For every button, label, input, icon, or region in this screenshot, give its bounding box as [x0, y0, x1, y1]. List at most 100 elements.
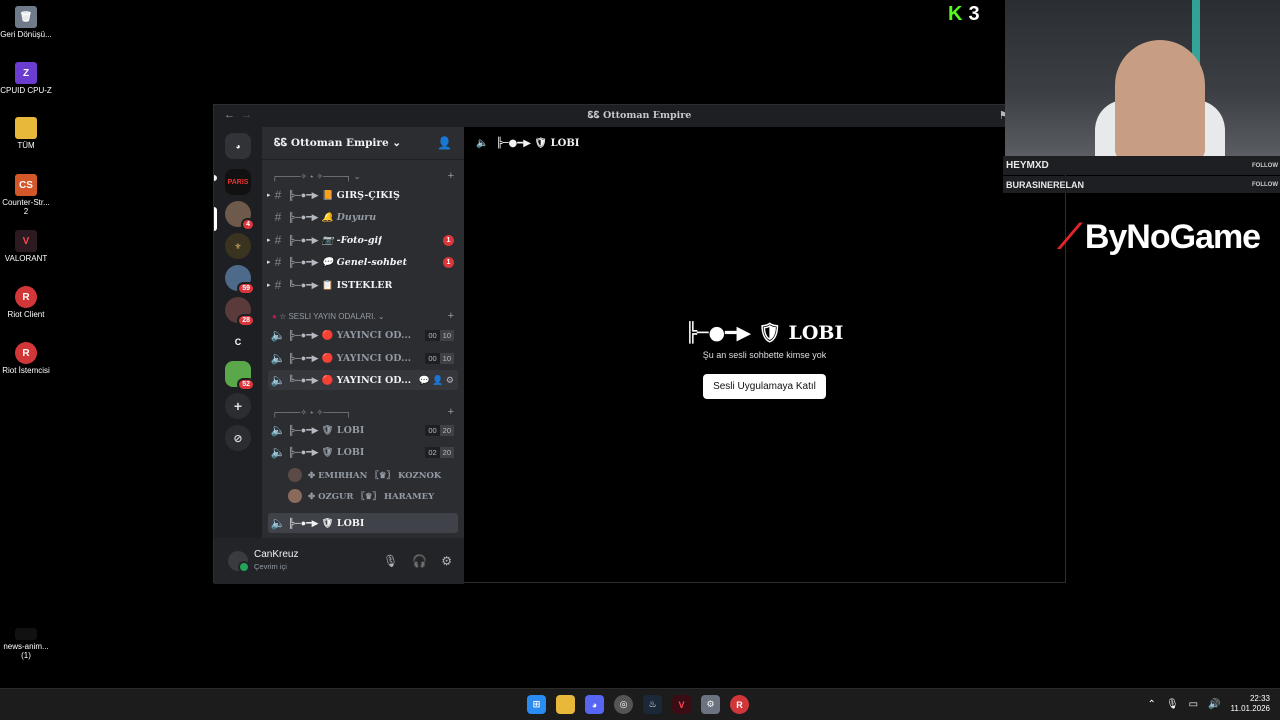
- chrome-icon[interactable]: ◎: [614, 695, 633, 714]
- user-count: 00 10: [425, 352, 454, 364]
- discord-icon[interactable]: ◕: [585, 695, 604, 714]
- speaker-icon: 🔈: [270, 328, 286, 342]
- hash-icon: #: [274, 210, 282, 224]
- microphone-icon[interactable]: 🎙: [383, 554, 398, 568]
- voice-channel-lobi-2[interactable]: 🔈 ╠─●━▶ 🛡 LOBI 02 20: [268, 442, 458, 462]
- user-info[interactable]: CanKreuz Çevrim içi: [254, 549, 298, 573]
- streamer-head: [1115, 40, 1205, 156]
- title-bar: ←→ ᏋᏋ Ottoman Empire ⚑ ▣ ?: [214, 105, 1065, 127]
- voice-channel-lobi-selected[interactable]: 🔈 ╠─●━▶ 🛡 LOBI: [268, 513, 458, 533]
- voice-channel-yayinci-3[interactable]: 🔈 ╚─●━▶ 🔴 YAYINCI OD... 💬 👤 ⚙: [268, 370, 458, 390]
- microphone-icon[interactable]: 🎙: [1166, 699, 1179, 710]
- unread-arrow-icon: ▸: [267, 282, 271, 289]
- speaker-icon: 🔈: [270, 351, 286, 365]
- desktop-icon-recycle-bin[interactable]: 🗑 Geri Dönüşü...: [0, 6, 52, 39]
- user-count: 00 10: [425, 329, 454, 341]
- follow-label[interactable]: FOLLOW: [1252, 163, 1278, 169]
- hash-icon: #: [274, 188, 282, 202]
- user-controls: 🎙 🎧 ⚙: [383, 554, 452, 568]
- settings-icon[interactable]: ⚙: [441, 554, 452, 568]
- text-channel-foto[interactable]: ▸ # ╠─●━▶ 📷 -Foto-gif 1: [267, 230, 458, 250]
- server-paris[interactable]: PARIS: [225, 169, 251, 195]
- windows-start-icon[interactable]: ⊞: [527, 695, 546, 714]
- category-top[interactable]: ┌────✧ ⋆ ✧────┐ ⌄ +: [272, 169, 454, 183]
- text-channel-duyuru[interactable]: # ╠─●━▶ 🔔 Duyuru: [268, 207, 458, 227]
- category-voice-stream[interactable]: ● ☆ SESLI YAYIN ODALARI. ⌄ +: [272, 309, 454, 323]
- desktop-icon-riot-client[interactable]: R Riot Client: [0, 286, 52, 319]
- file-explorer-icon[interactable]: [556, 695, 575, 714]
- add-channel-icon[interactable]: +: [448, 170, 454, 182]
- server-5[interactable]: 28: [225, 297, 255, 327]
- join-voice-button[interactable]: Sesli Uygulamaya Katıl: [703, 374, 826, 399]
- empty-voice-state: ╠─●━▶ 🛡 LOBI Şu an sesli sohbette kimse …: [464, 321, 1065, 399]
- category-lobby[interactable]: ┌────✧ ⋆ ✧────┐ +: [272, 405, 454, 419]
- valorant-icon: V: [15, 230, 37, 252]
- speaker-icon: 🔈: [270, 373, 286, 387]
- desktop-icon-cpuz[interactable]: Z CPUID CPU-Z: [0, 62, 52, 95]
- desktop-icon-riot-istemcisi[interactable]: R Riot İstemcisi: [0, 342, 52, 375]
- desktop-icon-news-anim[interactable]: news-anim... (1): [0, 628, 52, 660]
- voice-channel-yayinci-1[interactable]: 🔈 ╠─●━▶ 🔴 YAYINCI OD... 00 10: [268, 325, 458, 345]
- voice-channel-lobi-1[interactable]: 🔈 ╠─●━▶ 🛡 LOBI 00 20: [268, 420, 458, 440]
- speaker-active-icon: 🔈: [270, 445, 286, 459]
- volume-icon[interactable]: 🔊: [1208, 699, 1220, 710]
- channel-title: ╠─●━▶ 🛡 LOBI: [685, 322, 844, 344]
- sponsor-logo: ⟋ ByNoGame: [1058, 218, 1261, 256]
- text-channel-istekler[interactable]: ▸ # ╚─●━▶ 📋 ISTEKLER: [267, 275, 458, 295]
- kick-viewer-count: K3: [948, 3, 980, 25]
- unread-arrow-icon: ▸: [267, 237, 271, 244]
- server-4[interactable]: 59: [225, 265, 255, 295]
- streamer-sub-tag: BURASINERELAN FOLLOW: [1003, 176, 1280, 193]
- unread-arrow-icon: ▸: [267, 192, 271, 199]
- user-panel: CanKreuz Çevrim içi 🎙 🎧 ⚙: [214, 538, 464, 584]
- desktop-icon-cs2[interactable]: CS Counter-Str... 2: [0, 174, 52, 216]
- chat-icon[interactable]: 💬: [418, 375, 429, 385]
- channel-sidebar: ᏋᏋ Ottoman Empire ⌄ 👤 ┌────✧ ⋆ ✧────┐ ⌄ +…: [262, 127, 464, 538]
- follow-label[interactable]: FOLLOW: [1252, 182, 1278, 188]
- text-channel-genel[interactable]: ▸ # ╠─●━▶ 💬 Genel-sohbet 1: [267, 252, 458, 272]
- voice-channel-yayinci-2[interactable]: 🔈 ╠─●━▶ 🔴 YAYINCI OD... 00 10: [268, 348, 458, 368]
- settings-icon[interactable]: ⚙: [701, 695, 720, 714]
- steam-icon[interactable]: ♨: [643, 695, 662, 714]
- desktop-icon-tum[interactable]: TÜM: [0, 117, 52, 150]
- server-header[interactable]: ᏋᏋ Ottoman Empire ⌄ 👤: [262, 127, 464, 160]
- server-c[interactable]: C: [225, 329, 251, 355]
- voice-member[interactable]: ✤ OZGUR 〖♛〗 HARAMEY: [288, 486, 458, 506]
- add-channel-icon[interactable]: +: [448, 406, 454, 418]
- server-rail: ◕ PARIS 4 ⚜ 59 28 C 52 + ⊘: [214, 127, 262, 582]
- avatar: [288, 489, 302, 503]
- invite-member-icon[interactable]: 👤: [432, 375, 443, 385]
- add-server-icon[interactable]: +: [225, 393, 251, 419]
- streamer-tags: HEYMXD FOLLOW BURASINERELAN FOLLOW: [1003, 156, 1280, 194]
- voice-member[interactable]: ✤ EMIRHAN 〖♛〗 KOZNOK: [288, 465, 458, 485]
- user-count: 02 20: [425, 446, 454, 458]
- channel-header: 🔈 ╠─●━▶ 🛡 LOBI: [476, 137, 580, 149]
- server-3[interactable]: ⚜: [225, 233, 251, 259]
- hash-icon: #: [274, 255, 282, 269]
- webcam-feed: [1005, 0, 1280, 156]
- hash-icon: #: [274, 233, 282, 247]
- server-2[interactable]: 4: [225, 201, 255, 231]
- discover-icon[interactable]: ⊘: [225, 425, 251, 451]
- riot-client-icon[interactable]: R: [730, 695, 749, 714]
- desktop-icon-valorant[interactable]: V VALORANT: [0, 230, 52, 263]
- cpuz-icon: Z: [15, 62, 37, 84]
- file-icon: [15, 628, 37, 640]
- settings-icon[interactable]: ⚙: [446, 375, 454, 385]
- headphones-icon[interactable]: 🎧: [412, 554, 427, 568]
- add-channel-icon[interactable]: +: [448, 310, 454, 322]
- clock[interactable]: 22:33 11.01.2026: [1231, 694, 1270, 714]
- taskbar-apps: ⊞ ◕ ◎ ♨ V ⚙ R: [527, 695, 749, 714]
- text-channel-giris[interactable]: ▸ # ╠─●━▶ 📙 GIRŞ-ÇIKIŞ: [267, 185, 458, 205]
- network-icon[interactable]: ▭: [1189, 699, 1198, 710]
- valorant-icon[interactable]: V: [672, 695, 691, 714]
- server-7[interactable]: 52: [225, 361, 255, 391]
- discord-home-icon[interactable]: ◕: [225, 133, 251, 159]
- channel-actions: 💬 👤 ⚙: [418, 375, 454, 386]
- chevron-up-icon[interactable]: ⌃: [1148, 699, 1156, 710]
- avatar[interactable]: [228, 551, 250, 573]
- streamer-name-tag: HEYMXD FOLLOW: [1003, 156, 1280, 175]
- user-count: 00 20: [425, 424, 454, 436]
- riot-client-icon: R: [15, 286, 37, 308]
- invite-icon[interactable]: 👤: [437, 136, 452, 150]
